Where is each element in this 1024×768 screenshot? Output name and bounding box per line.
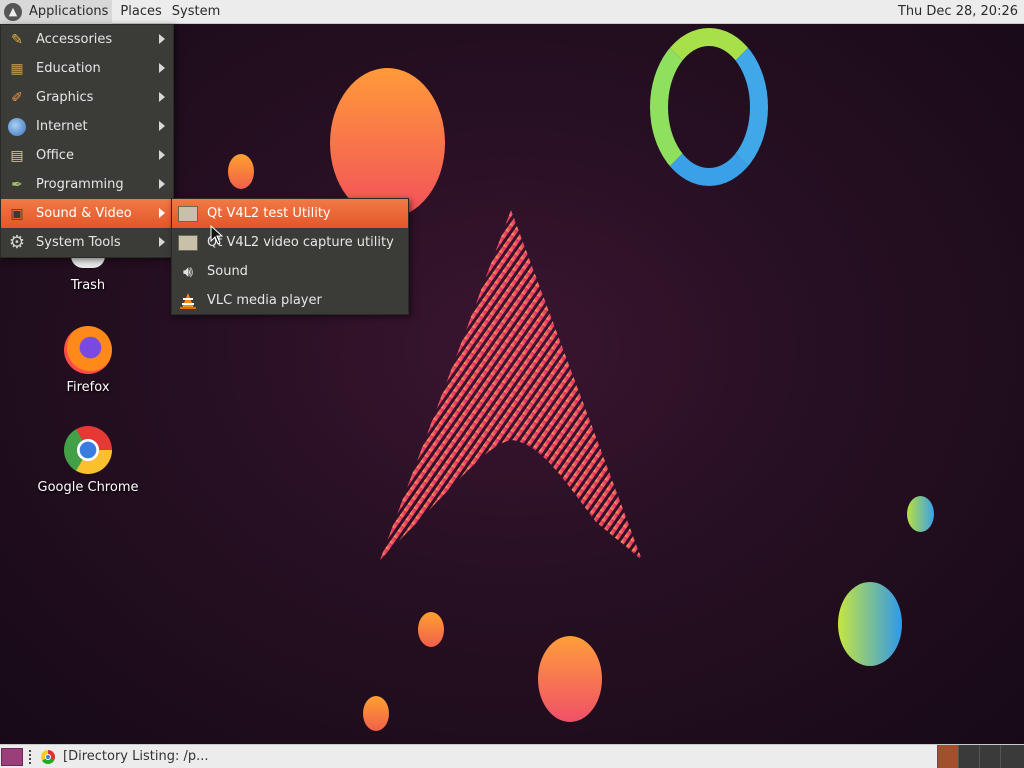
menu-item-programming[interactable]: ✒ Programming (1, 170, 173, 199)
workspace-1[interactable] (937, 745, 958, 768)
menu-item-label: Sound & Video (36, 206, 132, 221)
chevron-right-icon (159, 63, 165, 73)
panel-drag-handle[interactable] (29, 749, 35, 764)
menu-item-vlc[interactable]: VLC media player (172, 286, 408, 315)
applications-menu-button[interactable]: ▲ Applications (0, 0, 113, 24)
arch-logo-icon: ▲ (4, 2, 22, 21)
menu-item-label: System Tools (36, 235, 121, 250)
green-blue-bubble-large (838, 582, 902, 666)
menu-item-label: Office (36, 148, 74, 163)
menu-item-sound-video[interactable]: ▣ Sound & Video (1, 199, 173, 228)
orange-bubble-large (330, 68, 445, 218)
menu-item-internet[interactable]: Internet (1, 112, 173, 141)
menu-item-label: Qt V4L2 test Utility (207, 206, 331, 221)
show-desktop-button[interactable] (1, 747, 23, 766)
menu-item-graphics[interactable]: ✐ Graphics (1, 83, 173, 112)
taskbar-window-label: [Directory Listing: /p... (63, 749, 209, 764)
menu-item-qt-v4l2-test[interactable]: Qt V4L2 test Utility (172, 199, 408, 228)
desktop-icon-label: Google Chrome (37, 480, 139, 495)
menu-item-label: Programming (36, 177, 124, 192)
workspace-2[interactable] (958, 745, 979, 768)
vlc-cone-icon (177, 290, 199, 312)
chevron-right-icon (159, 179, 165, 189)
menu-item-label: Sound (207, 264, 248, 279)
orange-bubble-tiny-1 (418, 612, 444, 647)
office-icon: ▤ (10, 147, 24, 164)
places-menu-button[interactable]: Places (116, 0, 165, 24)
accessories-icon: ✎ (11, 31, 23, 48)
workspace-3[interactable] (979, 745, 1000, 768)
desktop-icon-label: Trash (70, 278, 106, 293)
chevron-right-icon (159, 34, 165, 44)
menu-item-label: Internet (36, 119, 88, 134)
chevron-right-icon (159, 208, 165, 218)
gear-icon: ⚙ (8, 232, 26, 253)
orange-bubble-tiny-2 (363, 696, 389, 731)
orange-bubble-small (228, 154, 254, 189)
menu-item-sound[interactable]: 🔊︎ Sound (172, 257, 408, 286)
qt-v4l2-icon (177, 203, 199, 225)
menu-item-office[interactable]: ▤ Office (1, 141, 173, 170)
education-icon: ▦ (10, 60, 24, 77)
menu-item-label: Graphics (36, 90, 94, 105)
menu-item-label: VLC media player (207, 293, 322, 308)
desktop-icon-chrome[interactable]: Google Chrome (33, 426, 143, 495)
menu-item-system-tools[interactable]: ⚙ System Tools (1, 228, 173, 257)
menu-item-label: Accessories (36, 32, 113, 47)
clock[interactable]: Thu Dec 28, 20:26 (898, 0, 1018, 24)
internet-icon (6, 116, 28, 138)
ring-shape (650, 28, 768, 186)
menu-item-qt-v4l2-capture[interactable]: Qt V4L2 video capture utility (172, 228, 408, 257)
mouse-cursor-icon (210, 225, 224, 245)
chevron-right-icon (159, 150, 165, 160)
chevron-right-icon (159, 237, 165, 247)
green-blue-bubble-small (907, 496, 934, 532)
workspace-4[interactable] (1000, 745, 1024, 768)
taskbar-window-button[interactable]: [Directory Listing: /p... (41, 749, 209, 764)
menu-item-accessories[interactable]: ✎ Accessories (1, 25, 173, 54)
programming-icon: ✒ (11, 176, 23, 193)
desktop-icon-firefox[interactable]: Firefox (33, 326, 143, 395)
qt-v4l2-icon (177, 232, 199, 254)
orange-bubble-mid (538, 636, 602, 722)
firefox-icon (64, 326, 112, 374)
applications-label: Applications (29, 3, 109, 19)
sound-video-icon: ▣ (10, 205, 24, 222)
speaker-icon: 🔊︎ (182, 261, 194, 281)
chrome-icon (64, 426, 112, 474)
sound-video-submenu: Qt V4L2 test Utility Qt V4L2 video captu… (171, 198, 409, 315)
arch-logo (380, 210, 642, 560)
top-panel: ▲ Applications Places System Thu Dec 28,… (0, 0, 1024, 24)
chevron-right-icon (159, 121, 165, 131)
chevron-right-icon (159, 92, 165, 102)
chrome-icon (41, 749, 55, 764)
menu-item-label: Qt V4L2 video capture utility (207, 235, 394, 250)
graphics-icon: ✐ (11, 89, 23, 106)
bottom-panel: [Directory Listing: /p... (0, 744, 1024, 768)
menu-item-education[interactable]: ▦ Education (1, 54, 173, 83)
applications-menu: ✎ Accessories ▦ Education ✐ Graphics Int… (0, 24, 174, 258)
system-menu-button[interactable]: System (168, 0, 224, 24)
desktop-icon-label: Firefox (66, 380, 110, 395)
menu-item-label: Education (36, 61, 101, 76)
